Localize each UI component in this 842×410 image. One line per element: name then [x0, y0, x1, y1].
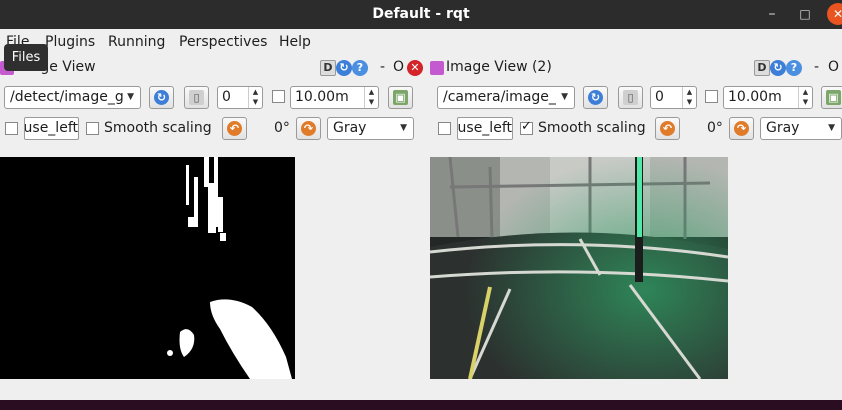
help-icon[interactable]: ?: [786, 60, 802, 76]
spin-arrows-icon[interactable]: ▲ ▼: [682, 87, 696, 108]
mouse-left-value: use_left: [457, 120, 512, 136]
topic-select[interactable]: /camera/image_ ▼: [437, 86, 575, 109]
mask-graphic: [0, 157, 295, 379]
rotate-right-button[interactable]: ↷: [729, 117, 754, 140]
mouse-left-checkbox[interactable]: [438, 122, 451, 135]
rotate-left-icon: ↶: [660, 121, 675, 136]
chevron-down-icon: ▼: [400, 123, 407, 133]
reload-icon[interactable]: ↻: [770, 60, 786, 76]
color-mode-select[interactable]: Gray ▼: [760, 117, 842, 140]
smooth-scaling-checkbox[interactable]: [86, 122, 99, 135]
color-mode-select[interactable]: Gray ▼: [327, 117, 414, 140]
rotation-label: 0°: [707, 120, 723, 136]
smooth-scaling-label: Smooth scaling: [538, 120, 646, 136]
refresh-icon: ↻: [588, 90, 603, 105]
help-icon[interactable]: ?: [352, 60, 368, 76]
rotate-left-button[interactable]: ↶: [222, 117, 247, 140]
minimize-panel-button[interactable]: -: [814, 59, 819, 75]
mouse-left-value: use_left: [24, 120, 78, 136]
value-spinbox[interactable]: 0 ▲ ▼: [217, 86, 263, 109]
window-titlebar: Default - rqt – □ ✕: [0, 0, 842, 29]
maximize-button[interactable]: □: [794, 3, 816, 25]
zoom-icon: ▯: [189, 90, 204, 105]
plugin-icon: [430, 61, 444, 75]
save-image-button[interactable]: ▣: [388, 86, 413, 109]
rotate-right-icon: ↷: [301, 121, 316, 136]
max-range-spinbox[interactable]: 10.00m ▲ ▼: [290, 86, 379, 109]
menu-help[interactable]: Help: [279, 34, 311, 50]
spin-value: 0: [222, 89, 231, 105]
value-spinbox[interactable]: 0 ▲ ▼: [650, 86, 697, 109]
rotate-right-button[interactable]: ↷: [296, 117, 321, 140]
image-icon: ▣: [393, 90, 408, 105]
close-panel-icon[interactable]: ✕: [407, 60, 423, 76]
float-panel-button[interactable]: O: [393, 59, 404, 75]
zoom-icon: ▯: [623, 90, 638, 105]
mouse-left-checkbox[interactable]: [5, 122, 18, 135]
reload-icon[interactable]: ↻: [336, 60, 352, 76]
refresh-icon: ↻: [154, 90, 169, 105]
dock-d-button[interactable]: D: [320, 60, 336, 76]
rotate-right-icon: ↷: [734, 121, 749, 136]
spin-arrows-icon[interactable]: ▲ ▼: [248, 87, 262, 108]
chevron-down-icon: ▼: [561, 92, 568, 102]
rotate-left-button[interactable]: ↶: [655, 117, 680, 140]
menu-running[interactable]: Running: [108, 34, 165, 50]
menu-bar: File Plugins Running Perspectives Help: [0, 29, 842, 56]
zoom-button[interactable]: ▯: [618, 86, 643, 109]
max-value: 10.00m: [728, 89, 782, 105]
rotation-label: 0°: [274, 120, 290, 136]
files-tooltip: Files: [4, 44, 48, 71]
refresh-topics-button[interactable]: ↻: [149, 86, 174, 109]
dynamic-range-checkbox[interactable]: [272, 90, 285, 103]
rotate-left-icon: ↶: [227, 121, 242, 136]
topic-value: /camera/image_: [443, 89, 556, 105]
dynamic-range-checkbox[interactable]: [705, 90, 718, 103]
spin-arrows-icon[interactable]: ▲ ▼: [364, 87, 378, 108]
menu-plugins[interactable]: Plugins: [45, 34, 95, 50]
detect-image-view[interactable]: [0, 157, 295, 379]
taskbar: [0, 400, 842, 410]
window-title: Default - rqt: [372, 6, 470, 22]
zoom-button[interactable]: ▯: [184, 86, 209, 109]
chevron-down-icon: ▼: [828, 123, 835, 133]
mouse-left-field[interactable]: use_left: [24, 117, 79, 140]
refresh-topics-button[interactable]: ↻: [583, 86, 608, 109]
spin-arrows-icon[interactable]: ▲ ▼: [798, 87, 812, 108]
chevron-down-icon: ▼: [127, 92, 134, 102]
float-panel-button[interactable]: O: [828, 59, 839, 75]
minimize-button[interactable]: –: [761, 3, 783, 25]
menu-perspectives[interactable]: Perspectives: [179, 34, 267, 50]
camera-image-view[interactable]: [430, 157, 728, 379]
smooth-scaling-label: Smooth scaling: [104, 120, 212, 136]
spin-value: 0: [655, 89, 664, 105]
dock-d-button[interactable]: D: [754, 60, 770, 76]
color-mode-value: Gray: [333, 120, 367, 136]
max-value: 10.00m: [295, 89, 349, 105]
panel-title: Image View (2): [446, 59, 552, 75]
smooth-scaling-checkbox[interactable]: [520, 119, 533, 135]
topic-value: /detect/image_g: [10, 89, 124, 105]
topic-select[interactable]: /detect/image_g ▼: [4, 86, 141, 109]
mouse-left-field[interactable]: use_left: [457, 117, 513, 140]
close-button[interactable]: ✕: [827, 3, 842, 25]
color-mode-value: Gray: [766, 120, 800, 136]
minimize-panel-button[interactable]: -: [380, 59, 385, 75]
image-icon: ▣: [826, 90, 841, 105]
max-range-spinbox[interactable]: 10.00m ▲ ▼: [723, 86, 813, 109]
camera-scene-graphic: [430, 157, 728, 379]
save-image-button[interactable]: ▣: [821, 86, 842, 109]
